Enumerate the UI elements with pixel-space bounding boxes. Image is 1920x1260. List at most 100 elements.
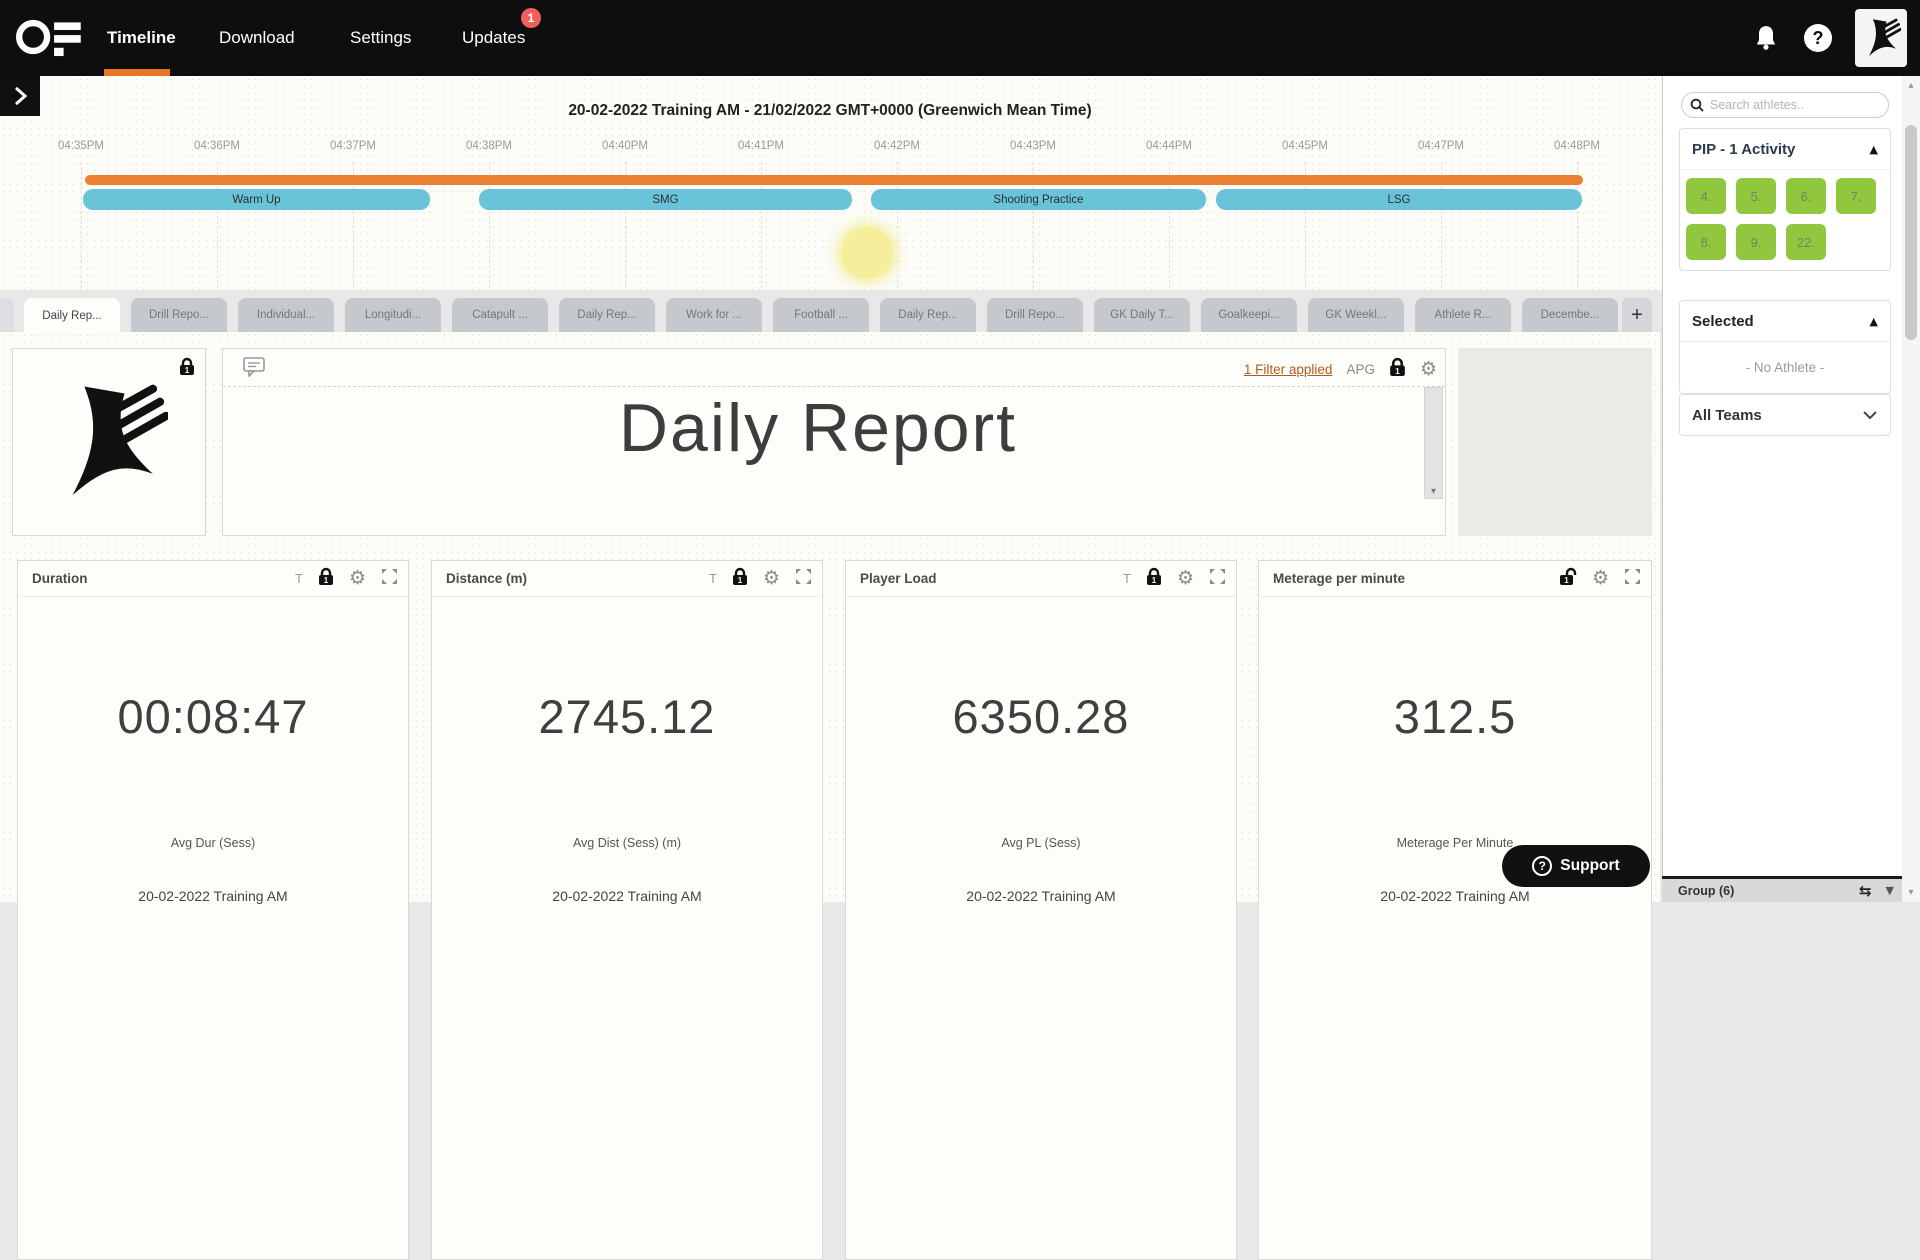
scroll-down-icon[interactable]: ▾ — [1902, 887, 1920, 898]
athlete-button-5[interactable]: 5. — [1736, 178, 1776, 214]
nav-timeline[interactable]: Timeline — [107, 0, 176, 76]
apg-label: APG — [1346, 362, 1375, 377]
unlock-icon[interactable]: 1 — [1559, 567, 1577, 591]
lock-icon[interactable]: 1 — [1146, 567, 1162, 591]
tab-drill-report-2[interactable]: Drill Repo... — [987, 298, 1083, 332]
expand-icon[interactable] — [795, 568, 812, 590]
collapse-icon[interactable]: ▲ — [1870, 315, 1878, 328]
athlete-search[interactable] — [1681, 92, 1889, 118]
gear-icon[interactable]: ⚙ — [1177, 569, 1194, 588]
expand-icon[interactable] — [381, 568, 398, 590]
tab-football[interactable]: Football ... — [773, 298, 869, 332]
openfield-logo[interactable] — [16, 14, 82, 65]
swap-icon[interactable]: ⇆ — [1859, 882, 1872, 900]
svg-text:1: 1 — [324, 576, 329, 585]
tab-partial[interactable] — [0, 298, 14, 332]
cursor-highlight — [841, 227, 893, 279]
athlete-button-22[interactable]: 22. — [1786, 224, 1826, 260]
tab-individual[interactable]: Individual... — [238, 298, 334, 332]
svg-text:1: 1 — [1395, 366, 1400, 376]
collapse-icon[interactable]: ▲ — [1870, 143, 1878, 156]
metric-label: Avg Dur (Sess) — [170, 836, 256, 850]
chevron-down-icon — [1863, 411, 1877, 420]
scrollbar-thumb[interactable] — [1905, 125, 1917, 340]
period-warm-up[interactable]: Warm Up — [83, 189, 430, 210]
add-tab-button[interactable]: + — [1622, 298, 1652, 332]
tab-goalkeeping[interactable]: Goalkeepi... — [1201, 298, 1297, 332]
tab-gk-weekly[interactable]: GK Weekl... — [1308, 298, 1404, 332]
gear-icon[interactable]: ⚙ — [763, 569, 780, 588]
threshold-icon[interactable]: T — [1123, 571, 1131, 586]
all-teams-dropdown[interactable]: All Teams — [1679, 394, 1891, 436]
empty-widget — [1458, 348, 1652, 536]
activity-group-header[interactable]: PIP - 1 Activity ▲ — [1680, 129, 1890, 169]
tab-daily-report[interactable]: Daily Rep... — [24, 298, 120, 334]
bell-icon[interactable] — [1753, 24, 1779, 57]
comment-icon[interactable] — [243, 357, 265, 382]
period-label: Warm Up — [232, 193, 281, 206]
athlete-button-8[interactable]: 8. — [1686, 224, 1726, 260]
logo-widget[interactable]: 1 — [12, 348, 206, 536]
metric-label: Avg Dist (Sess) (m) — [572, 836, 682, 850]
tab-work-for[interactable]: Work for ... — [666, 298, 762, 332]
metric-value: 00:08:47 — [117, 690, 309, 743]
period-shooting-practice[interactable]: Shooting Practice — [871, 189, 1206, 210]
gridline — [81, 162, 82, 288]
threshold-icon[interactable]: T — [295, 571, 303, 586]
time-tick: 04:40PM — [601, 140, 649, 152]
lock-icon[interactable]: 1 — [179, 357, 195, 381]
threshold-icon[interactable]: T — [709, 571, 717, 586]
card-title: Player Load — [860, 571, 937, 586]
period-smg[interactable]: SMG — [479, 189, 852, 210]
nav-download[interactable]: Download — [219, 0, 295, 76]
session-title: 20-02-2022 Training AM - 21/02/2022 GMT+… — [568, 102, 1092, 119]
scroll-down-icon[interactable]: ▾ — [1425, 486, 1442, 497]
widget-scrollbar[interactable]: ▾ — [1424, 387, 1443, 499]
lock-icon[interactable]: 1 — [1389, 357, 1406, 382]
tab-december[interactable]: Decembe... — [1522, 298, 1618, 332]
metric-card-player-load: Player Load T 1 ⚙ 6350.28 Avg PL (Sess) … — [845, 560, 1237, 1260]
gear-icon[interactable]: ⚙ — [1592, 569, 1609, 588]
card-header: Duration T 1 ⚙ — [18, 561, 408, 597]
group-footer-bar[interactable]: Group (6) ⇆ ▼ — [1662, 876, 1902, 902]
athlete-button-4[interactable]: 4. — [1686, 178, 1726, 214]
support-button[interactable]: ? Support — [1502, 845, 1650, 887]
expand-icon[interactable] — [1209, 568, 1226, 590]
lock-icon[interactable]: 1 — [318, 567, 334, 591]
filter-applied-link[interactable]: 1 Filter applied — [1244, 362, 1333, 377]
page-scrollbar[interactable]: ▴ ▾ — [1902, 76, 1920, 902]
athlete-button-6[interactable]: 6. — [1786, 178, 1826, 214]
org-logo[interactable] — [1855, 9, 1907, 67]
nav-updates[interactable]: Updates — [462, 0, 525, 76]
tab-longitudinal[interactable]: Longitudi... — [345, 298, 441, 332]
expand-icon[interactable] — [1624, 568, 1641, 590]
scroll-up-icon[interactable]: ▴ — [1902, 80, 1920, 91]
nav-settings[interactable]: Settings — [350, 0, 411, 76]
tab-athlete-report[interactable]: Athlete R... — [1415, 298, 1511, 332]
gear-icon[interactable]: ⚙ — [349, 569, 366, 588]
lock-icon[interactable]: 1 — [732, 567, 748, 591]
svg-text:1: 1 — [1152, 576, 1157, 585]
time-tick: 04:47PM — [1417, 140, 1465, 152]
gear-icon[interactable]: ⚙ — [1420, 360, 1437, 379]
tab-daily-report-2[interactable]: Daily Rep... — [559, 298, 655, 332]
help-icon[interactable]: ? — [1804, 24, 1832, 52]
tab-drill-report[interactable]: Drill Repo... — [131, 298, 227, 332]
tab-gk-daily[interactable]: GK Daily T... — [1094, 298, 1190, 332]
tab-catapult[interactable]: Catapult ... — [452, 298, 548, 332]
selected-header[interactable]: Selected ▲ — [1680, 301, 1890, 341]
time-tick: 04:36PM — [193, 140, 241, 152]
metric-label: Avg PL (Sess) — [1001, 836, 1081, 850]
tab-daily-report-3[interactable]: Daily Rep... — [880, 298, 976, 332]
report-tabs-bar: Daily Rep... Drill Repo... Individual...… — [0, 290, 1660, 334]
athletes-sidebar: PIP - 1 Activity ▲ 4. 5. 6. 7. 8. 9. 22.… — [1662, 76, 1902, 902]
athlete-button-7[interactable]: 7. — [1836, 178, 1876, 214]
search-input[interactable] — [1710, 98, 1870, 112]
time-tick: 04:35PM — [57, 140, 105, 152]
card-header: Distance (m) T 1 ⚙ — [432, 561, 822, 597]
metric-value: 2745.12 — [538, 690, 716, 743]
period-lsg[interactable]: LSG — [1216, 189, 1582, 210]
session-duration-bar[interactable] — [85, 175, 1583, 185]
athlete-button-9[interactable]: 9. — [1736, 224, 1776, 260]
dropdown-icon[interactable]: ▼ — [1886, 884, 1894, 897]
